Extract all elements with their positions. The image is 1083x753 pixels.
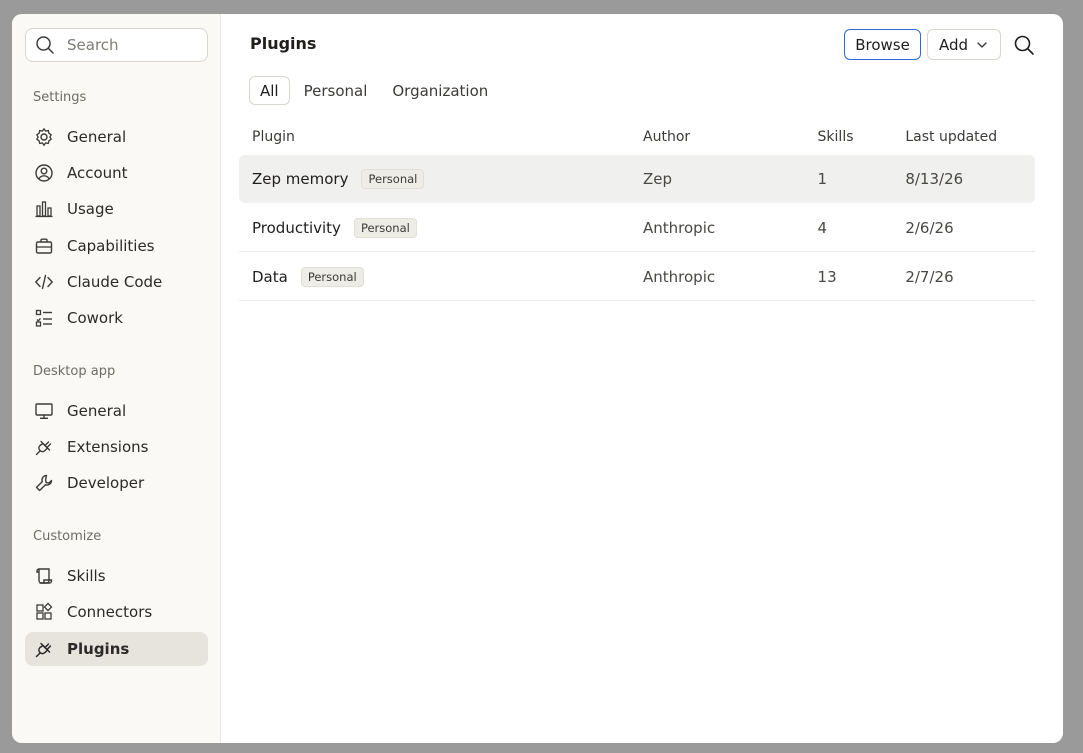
sidebar-item-usage[interactable]: Usage <box>25 192 208 226</box>
gear-icon <box>34 127 54 147</box>
main-panel: Plugins Browse Add All Personal Organiza… <box>221 14 1063 743</box>
sidebar-item-label: Extensions <box>67 438 149 456</box>
sidebar-item-account[interactable]: Account <box>25 156 208 190</box>
sidebar-item-cowork[interactable]: Cowork <box>25 301 208 335</box>
plugin-cell: Zep memory Personal <box>252 168 643 189</box>
filter-tabs: All Personal Organization <box>249 76 502 105</box>
chevron-down-icon <box>976 39 988 51</box>
browse-button[interactable]: Browse <box>844 29 921 60</box>
sidebar-item-label: Cowork <box>67 309 123 327</box>
section-label-desktop-app: Desktop app <box>33 364 116 379</box>
plugin-cell: Data Personal <box>252 266 643 287</box>
tab-all[interactable]: All <box>249 76 290 105</box>
wrench-icon <box>34 473 54 493</box>
tab-personal[interactable]: Personal <box>293 76 379 105</box>
table-row[interactable]: Data Personal Anthropic 13 2/7/26 <box>239 253 1035 301</box>
plugin-name: Zep memory <box>252 169 349 188</box>
sidebar-item-label: Usage <box>67 200 114 218</box>
monitor-icon <box>34 401 54 421</box>
blocks-icon <box>34 602 54 622</box>
sidebar-item-label: General <box>67 402 127 420</box>
search-button[interactable] <box>1012 33 1036 57</box>
updated-cell: 8/13/26 <box>905 169 964 188</box>
page-title: Plugins <box>250 34 317 53</box>
author-cell: Zep <box>643 169 673 188</box>
sidebar-item-connectors[interactable]: Connectors <box>25 595 208 629</box>
sidebar-item-developer[interactable]: Developer <box>25 466 208 500</box>
author-cell: Anthropic <box>643 218 716 237</box>
scope-badge: Personal <box>353 217 417 238</box>
column-header-author: Author <box>643 129 691 145</box>
sidebar-item-label: Developer <box>67 474 145 492</box>
scroll-icon <box>34 566 54 586</box>
search-icon <box>1013 34 1035 56</box>
add-button[interactable]: Add <box>927 29 1001 60</box>
skills-cell: 1 <box>817 169 828 188</box>
sidebar-item-extensions[interactable]: Extensions <box>25 430 208 464</box>
table-header: Plugin Author Skills Last updated <box>239 120 1035 154</box>
sidebar: Settings General Account Usage Capabilit… <box>12 14 221 743</box>
plugin-cell: Productivity Personal <box>252 217 643 238</box>
sidebar-item-capabilities[interactable]: Capabilities <box>25 229 208 263</box>
bar-chart-icon <box>34 199 54 219</box>
plugins-table: Plugin Author Skills Last updated Zep me… <box>239 120 1035 301</box>
updated-cell: 2/7/26 <box>905 267 954 286</box>
tab-organization[interactable]: Organization <box>381 76 499 105</box>
settings-window: Settings General Account Usage Capabilit… <box>12 14 1063 743</box>
code-icon <box>34 272 54 292</box>
sidebar-item-label: Account <box>67 164 128 182</box>
sidebar-search[interactable] <box>25 28 208 62</box>
skills-cell: 13 <box>817 267 837 286</box>
sidebar-item-label: Claude Code <box>67 273 163 291</box>
sidebar-item-general[interactable]: General <box>25 120 208 154</box>
author-cell: Anthropic <box>643 267 716 286</box>
column-header-plugin: Plugin <box>252 129 295 145</box>
scope-badge: Personal <box>361 168 425 189</box>
sidebar-item-label: General <box>67 128 127 146</box>
sidebar-item-label: Connectors <box>67 603 153 621</box>
sidebar-item-label: Plugins <box>67 640 130 658</box>
plugin-name: Data <box>252 267 288 286</box>
sidebar-item-label: Capabilities <box>67 237 155 255</box>
plug-icon <box>34 437 54 457</box>
plug-icon <box>34 639 54 659</box>
search-input[interactable] <box>67 36 197 54</box>
sidebar-item-desktop-general[interactable]: General <box>25 394 208 428</box>
add-button-label: Add <box>939 35 969 54</box>
column-header-last-updated: Last updated <box>905 129 998 145</box>
sidebar-item-claude-code[interactable]: Claude Code <box>25 265 208 299</box>
sidebar-item-label: Skills <box>67 567 106 585</box>
skills-cell: 4 <box>817 218 828 237</box>
user-circle-icon <box>34 163 54 183</box>
section-label-settings: Settings <box>33 90 87 105</box>
search-icon <box>35 35 55 55</box>
table-row[interactable]: Zep memory Personal Zep 1 8/13/26 <box>239 155 1035 203</box>
updated-cell: 2/6/26 <box>905 218 954 237</box>
table-row[interactable]: Productivity Personal Anthropic 4 2/6/26 <box>239 204 1035 252</box>
sidebar-item-plugins[interactable]: Plugins <box>25 632 208 666</box>
sidebar-item-skills[interactable]: Skills <box>25 559 208 593</box>
checklist-icon <box>34 308 54 328</box>
plugin-name: Productivity <box>252 218 341 237</box>
scope-badge: Personal <box>300 266 364 287</box>
section-label-customize: Customize <box>33 529 102 544</box>
column-header-skills: Skills <box>817 129 854 145</box>
briefcase-icon <box>34 236 54 256</box>
